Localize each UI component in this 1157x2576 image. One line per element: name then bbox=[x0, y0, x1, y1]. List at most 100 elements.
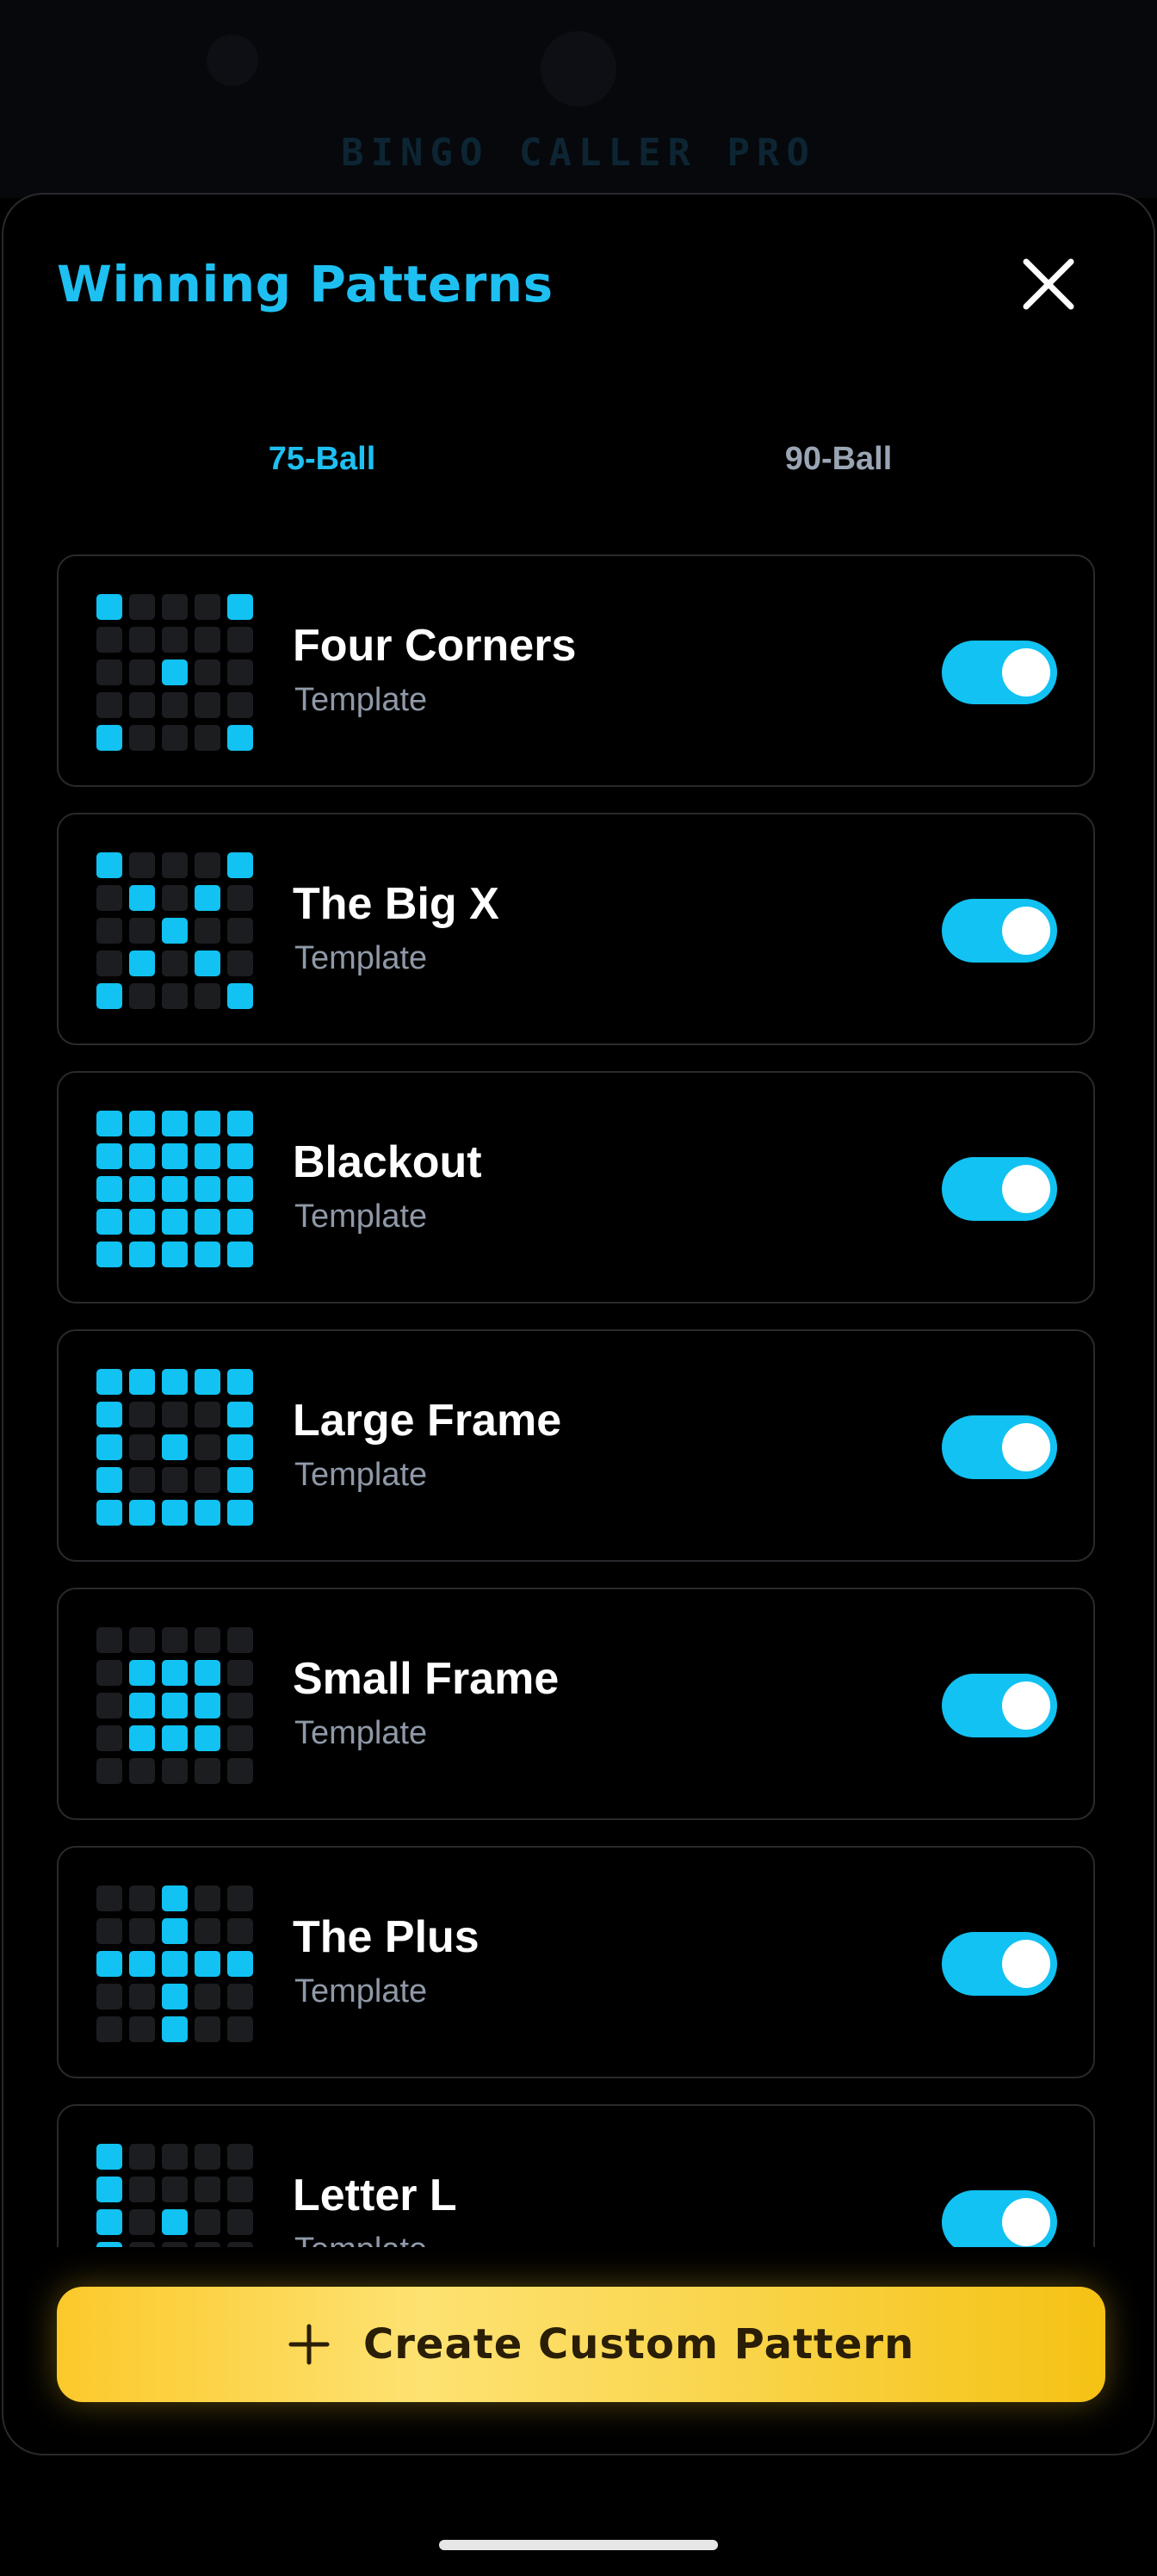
pattern-subtitle: Template bbox=[294, 2232, 427, 2247]
pattern-cell-marked bbox=[227, 1500, 253, 1526]
pattern-cell-marked bbox=[129, 1209, 155, 1235]
pattern-card[interactable]: The Plus Template bbox=[57, 1846, 1095, 2078]
pattern-enabled-toggle[interactable] bbox=[942, 899, 1057, 963]
pattern-cell-empty bbox=[227, 692, 253, 718]
pattern-cell-empty bbox=[129, 983, 155, 1009]
pattern-enabled-toggle[interactable] bbox=[942, 1932, 1057, 1996]
pattern-cell-marked bbox=[96, 2144, 122, 2170]
pattern-name: Blackout bbox=[293, 1137, 482, 1187]
pattern-enabled-toggle[interactable] bbox=[942, 2190, 1057, 2247]
plus-icon bbox=[288, 2324, 330, 2365]
pattern-subtitle: Template bbox=[294, 1973, 428, 2009]
pattern-list[interactable]: Four Corners Template The Big X Template Bla… bbox=[57, 554, 1095, 2247]
pattern-cell-empty bbox=[227, 2209, 253, 2235]
tab-bar: 75-Ball 90-Ball bbox=[3, 420, 1154, 498]
pattern-cell-empty bbox=[195, 2242, 220, 2247]
pattern-cell-marked bbox=[129, 1660, 155, 1686]
pattern-cell-marked bbox=[96, 1402, 122, 1427]
pattern-enabled-toggle[interactable] bbox=[942, 1157, 1057, 1221]
pattern-cell-empty bbox=[162, 1467, 188, 1493]
pattern-grid-preview bbox=[96, 1886, 253, 2042]
pattern-cell-marked bbox=[195, 951, 220, 976]
pattern-cell-marked bbox=[162, 1918, 188, 1944]
pattern-cell-empty bbox=[227, 627, 253, 653]
pattern-cell-marked bbox=[162, 1434, 188, 1460]
pattern-cell-marked bbox=[227, 1467, 253, 1493]
pattern-cell-marked bbox=[96, 1467, 122, 1493]
pattern-cell-empty bbox=[227, 1660, 253, 1686]
pattern-card[interactable]: Four Corners Template bbox=[57, 554, 1095, 787]
pattern-cell-marked bbox=[227, 1951, 253, 1977]
pattern-cell-marked bbox=[96, 2177, 122, 2202]
pattern-cell-empty bbox=[227, 1886, 253, 1911]
pattern-cell-marked bbox=[96, 594, 122, 620]
pattern-cell-empty bbox=[227, 1984, 253, 2009]
pattern-card[interactable]: Large Frame Template bbox=[57, 1329, 1095, 1562]
pattern-cell-empty bbox=[162, 2242, 188, 2247]
pattern-grid-preview bbox=[96, 1627, 253, 1784]
pattern-card[interactable]: Blackout Template bbox=[57, 1071, 1095, 1303]
pattern-cell-empty bbox=[129, 1434, 155, 1460]
pattern-cell-empty bbox=[195, 1886, 220, 1911]
pattern-cell-marked bbox=[96, 2242, 122, 2247]
pattern-cell-marked bbox=[96, 1111, 122, 1136]
pattern-cell-empty bbox=[96, 659, 122, 685]
pattern-cell-marked bbox=[96, 1209, 122, 1235]
home-indicator[interactable] bbox=[439, 2540, 718, 2550]
pattern-cell-empty bbox=[195, 1984, 220, 2009]
pattern-cell-marked bbox=[96, 983, 122, 1009]
pattern-cell-empty bbox=[227, 1758, 253, 1784]
pattern-cell-marked bbox=[129, 1143, 155, 1169]
pattern-card[interactable]: The Big X Template bbox=[57, 813, 1095, 1045]
pattern-card[interactable]: Small Frame Template bbox=[57, 1588, 1095, 1820]
pattern-cell-empty bbox=[227, 1918, 253, 1944]
pattern-cell-marked bbox=[195, 885, 220, 911]
tab-75-ball[interactable]: 75-Ball bbox=[81, 420, 563, 498]
pattern-cell-empty bbox=[195, 725, 220, 751]
pattern-cell-empty bbox=[195, 692, 220, 718]
close-button[interactable] bbox=[1018, 253, 1080, 315]
pattern-cell-empty bbox=[96, 1758, 122, 1784]
pattern-cell-marked bbox=[227, 852, 253, 878]
pattern-cell-empty bbox=[195, 1402, 220, 1427]
pattern-cell-empty bbox=[195, 918, 220, 944]
pattern-cell-empty bbox=[227, 1725, 253, 1751]
pattern-cell-marked bbox=[162, 2016, 188, 2042]
pattern-cell-empty bbox=[129, 1467, 155, 1493]
pattern-cell-marked bbox=[96, 1242, 122, 1267]
pattern-grid-preview bbox=[96, 1369, 253, 1526]
pattern-cell-empty bbox=[96, 1693, 122, 1718]
pattern-enabled-toggle[interactable] bbox=[942, 1674, 1057, 1737]
pattern-enabled-toggle[interactable] bbox=[942, 1415, 1057, 1479]
pattern-cell-marked bbox=[129, 1500, 155, 1526]
pattern-cell-marked bbox=[96, 1176, 122, 1202]
pattern-cell-marked bbox=[227, 1369, 253, 1395]
pattern-cell-empty bbox=[195, 659, 220, 685]
create-custom-pattern-button[interactable]: Create Custom Pattern bbox=[57, 2287, 1105, 2402]
pattern-cell-marked bbox=[195, 1242, 220, 1267]
pattern-cell-marked bbox=[195, 1111, 220, 1136]
pattern-cell-empty bbox=[129, 692, 155, 718]
pattern-cell-empty bbox=[195, 852, 220, 878]
pattern-cell-empty bbox=[162, 725, 188, 751]
tab-90-ball[interactable]: 90-Ball bbox=[597, 420, 1080, 498]
pattern-cell-empty bbox=[129, 594, 155, 620]
toggle-knob bbox=[1002, 648, 1050, 697]
pattern-cell-empty bbox=[195, 2016, 220, 2042]
pattern-cell-empty bbox=[129, 852, 155, 878]
pattern-grid-preview bbox=[96, 594, 253, 751]
pattern-cell-empty bbox=[96, 885, 122, 911]
pattern-cell-marked bbox=[195, 1725, 220, 1751]
pattern-cell-empty bbox=[227, 2242, 253, 2247]
pattern-cell-empty bbox=[162, 852, 188, 878]
pattern-cell-marked bbox=[162, 1176, 188, 1202]
pattern-cell-empty bbox=[96, 1886, 122, 1911]
pattern-card[interactable]: Letter L Template bbox=[57, 2104, 1095, 2247]
pattern-enabled-toggle[interactable] bbox=[942, 641, 1057, 704]
pattern-cell-empty bbox=[129, 918, 155, 944]
pattern-cell-marked bbox=[195, 1951, 220, 1977]
pattern-cell-empty bbox=[162, 627, 188, 653]
pattern-cell-empty bbox=[227, 918, 253, 944]
pattern-cell-marked bbox=[162, 2209, 188, 2235]
pattern-cell-empty bbox=[162, 2177, 188, 2202]
